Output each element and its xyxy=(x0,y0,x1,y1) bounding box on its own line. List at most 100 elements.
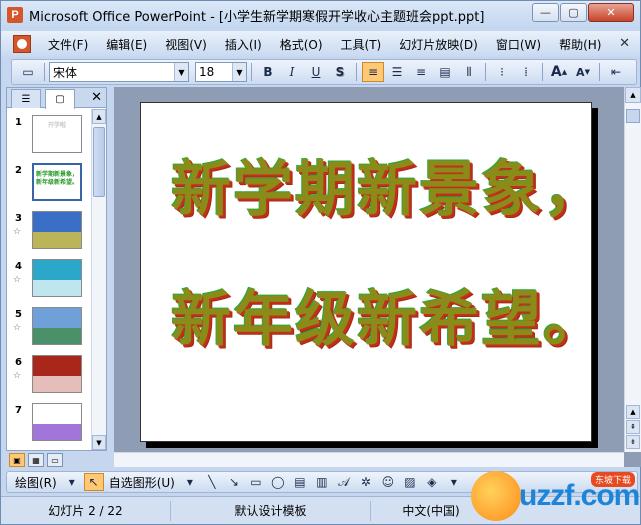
shadow-button[interactable]: S xyxy=(329,62,351,82)
slide-thumbnail-item[interactable]: 5 ☆ xyxy=(7,305,91,353)
thumbnail-image xyxy=(33,327,81,344)
autoshapes-menu[interactable]: 自选图形(U) xyxy=(105,474,179,491)
chevron-down-icon[interactable]: ▾ xyxy=(444,473,464,491)
menu-edit[interactable]: 编辑(E) xyxy=(97,36,156,53)
slide-thumbnail-item[interactable]: 4 ☆ xyxy=(7,257,91,305)
menu-window[interactable]: 窗口(W) xyxy=(487,36,550,53)
chevron-down-icon[interactable]: ▾ xyxy=(62,473,82,491)
italic-button[interactable]: I xyxy=(281,62,303,82)
font-name-select[interactable]: 宋体 ▼ xyxy=(49,62,189,82)
diagram-icon[interactable]: ✲ xyxy=(356,473,376,491)
close-button[interactable]: ✕ xyxy=(588,3,634,22)
animation-star-icon: ☆ xyxy=(13,275,22,285)
bullets-icon[interactable]: ⁞ xyxy=(515,62,537,82)
normal-view-icon[interactable]: ▣ xyxy=(9,453,25,467)
pane-tabs: ☰ ▢ ✕ xyxy=(7,88,106,109)
slide-editing-area: 新学期新景象， 新年级新希望。 ▲ ▲ ⇞ ⇟ xyxy=(114,87,641,467)
powerpoint-app-icon[interactable]: P xyxy=(7,7,23,23)
previous-slide-icon[interactable]: ⇞ xyxy=(626,420,640,434)
textbox-icon[interactable]: ▤ xyxy=(290,473,310,491)
bold-button[interactable]: B xyxy=(257,62,279,82)
align-center-button[interactable]: ☰ xyxy=(386,62,408,82)
document-close-icon[interactable]: ✕ xyxy=(619,36,630,51)
document-icon[interactable] xyxy=(13,35,31,53)
oval-icon[interactable]: ◯ xyxy=(268,473,288,491)
slide-title-line-1[interactable]: 新学期新景象， xyxy=(171,141,605,228)
chevron-down-icon[interactable]: ▼ xyxy=(174,63,188,81)
chevron-down-icon[interactable]: ▾ xyxy=(180,473,200,491)
increase-font-button[interactable]: A ▲ xyxy=(548,62,570,82)
slide-thumbnail[interactable] xyxy=(32,307,82,345)
slide-thumbnail-item[interactable]: 1 开学啦 xyxy=(7,113,91,161)
pane-scrollbar[interactable]: ▲ ▼ xyxy=(91,109,106,450)
toolbar-separator xyxy=(599,63,600,81)
slide-thumbnail-item[interactable]: 7 xyxy=(7,401,91,449)
rectangle-icon[interactable]: ▭ xyxy=(246,473,266,491)
decrease-font-button[interactable]: A ▼ xyxy=(572,62,594,82)
maximize-button[interactable]: ▢ xyxy=(560,3,587,22)
slide-number: 1 xyxy=(15,117,22,128)
picture-icon[interactable]: ▨ xyxy=(400,473,420,491)
slide-thumbnail[interactable] xyxy=(32,355,82,393)
vertical-textbox-icon[interactable]: ▥ xyxy=(312,473,332,491)
tab-slides[interactable]: ▢ xyxy=(45,89,75,109)
slide-thumbnail-item[interactable]: 2 新学期新景象，新年级新希望。 xyxy=(7,161,91,209)
slide-scrollbar[interactable]: ▲ ▲ ⇞ ⇟ xyxy=(624,87,641,452)
slide-thumbnail[interactable]: 开学啦 xyxy=(32,115,82,153)
tab-outline[interactable]: ☰ xyxy=(11,89,41,108)
toolbar-separator xyxy=(356,63,357,81)
next-slide-icon[interactable]: ⇟ xyxy=(626,435,640,449)
scroll-down-icon[interactable]: ▼ xyxy=(92,435,106,450)
menu-tools[interactable]: 工具(T) xyxy=(332,36,391,53)
thumbnail-image xyxy=(33,423,81,440)
menu-help[interactable]: 帮助(H) xyxy=(550,36,610,53)
slide-thumbnail[interactable]: 新学期新景象，新年级新希望。 xyxy=(31,162,83,202)
slide-thumbnail-item[interactable]: 6 ☆ xyxy=(7,353,91,401)
line-icon[interactable]: ╲ xyxy=(202,473,222,491)
select-arrow-icon[interactable]: ↖ xyxy=(83,473,104,491)
slide-number: 4 xyxy=(15,261,22,272)
columns-icon[interactable]: ⦀ xyxy=(458,62,480,82)
scroll-up-icon[interactable]: ▲ xyxy=(625,87,641,103)
font-size-select[interactable]: 18 ▼ xyxy=(195,62,247,82)
distributed-icon[interactable]: ▤ xyxy=(434,62,456,82)
menu-file[interactable]: 文件(F) xyxy=(39,36,97,53)
current-slide[interactable]: 新学期新景象， 新年级新希望。 xyxy=(140,102,603,442)
slideshow-view-icon[interactable]: ▭ xyxy=(47,453,63,467)
draw-menu[interactable]: 绘图(R) xyxy=(11,474,61,491)
slide-thumbnail[interactable] xyxy=(32,211,82,249)
slide-thumbnail-item[interactable]: 3 ☆ xyxy=(7,209,91,257)
slide-number: 3 xyxy=(15,213,22,224)
arrow-icon[interactable]: ↘ xyxy=(224,473,244,491)
new-slide-icon[interactable]: ▭ xyxy=(17,62,39,82)
horizontal-scrollbar[interactable] xyxy=(114,452,624,467)
align-right-button[interactable]: ≡ xyxy=(410,62,432,82)
menu-slideshow[interactable]: 幻灯片放映(D) xyxy=(390,36,487,53)
thumbnail-image xyxy=(33,375,81,392)
slide-thumbnail[interactable] xyxy=(32,403,82,441)
numbering-icon[interactable]: ⁝ xyxy=(491,62,513,82)
menu-view[interactable]: 视图(V) xyxy=(156,36,216,53)
slide-sorter-view-icon[interactable]: ▦ xyxy=(28,453,44,467)
menu-insert[interactable]: 插入(I) xyxy=(216,36,271,53)
scroll-thumb[interactable] xyxy=(626,109,640,123)
wordart-icon[interactable]: 𝒜 xyxy=(334,473,354,491)
increase-font-label: A xyxy=(550,64,562,80)
slide-title-line-2[interactable]: 新年级新希望。 xyxy=(171,271,605,358)
scroll-thumb[interactable] xyxy=(93,127,105,197)
minimize-button[interactable]: — xyxy=(532,3,559,22)
indent-icon[interactable]: ⇤ xyxy=(605,62,627,82)
slide-number: 5 xyxy=(15,309,22,320)
scroll-up-icon[interactable]: ▲ xyxy=(626,405,640,419)
pane-close-icon[interactable]: ✕ xyxy=(91,90,102,105)
slide-thumbnail[interactable] xyxy=(32,259,82,297)
scroll-up-icon[interactable]: ▲ xyxy=(92,109,106,124)
chevron-down-icon[interactable]: ▼ xyxy=(232,63,246,81)
align-left-button[interactable]: ≡ xyxy=(362,62,384,82)
fill-color-icon[interactable]: ◈ xyxy=(422,473,442,491)
slide-counter: 幻灯片 2 / 22 xyxy=(1,500,171,521)
underline-button[interactable]: U xyxy=(305,62,327,82)
menu-format[interactable]: 格式(O) xyxy=(271,36,332,53)
font-name-value: 宋体 xyxy=(53,65,78,80)
clipart-icon[interactable]: ☺ xyxy=(378,473,398,491)
